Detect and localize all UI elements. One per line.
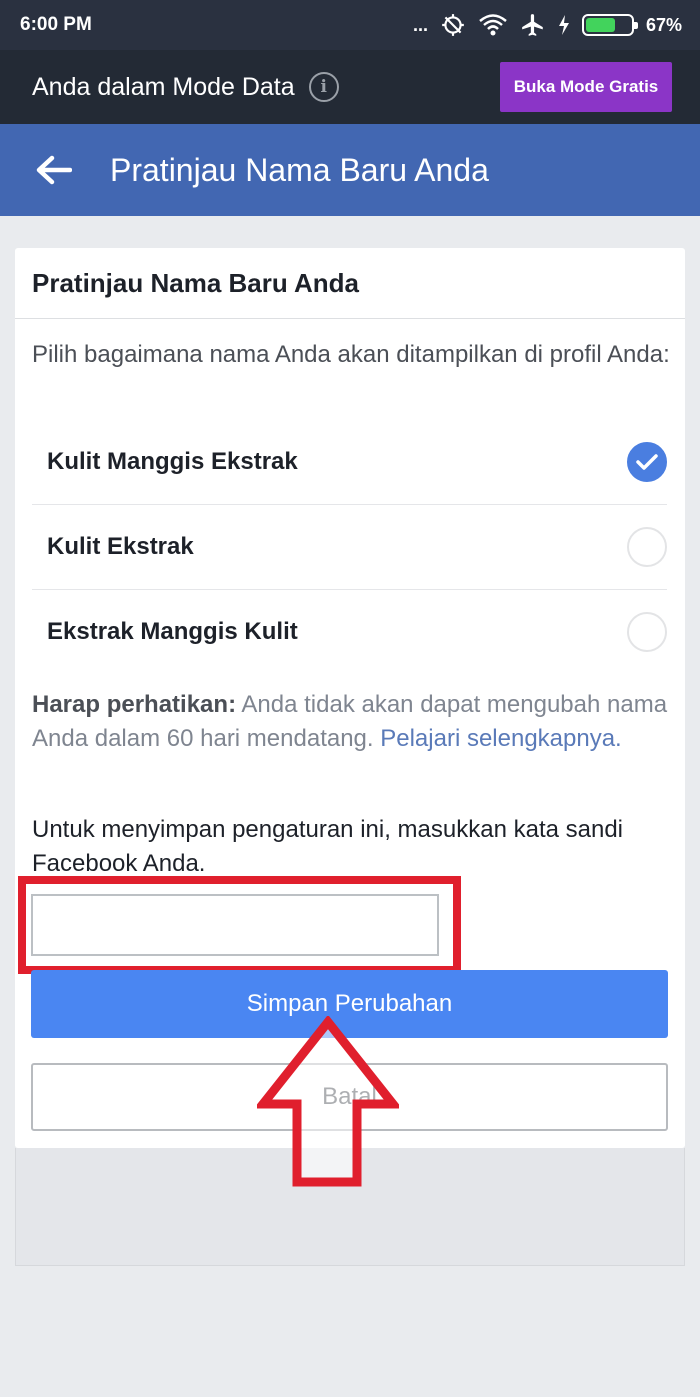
check-icon bbox=[636, 454, 658, 470]
option-label: Ekstrak Manggis Kulit bbox=[47, 618, 298, 645]
radio-checked-icon[interactable] bbox=[627, 442, 667, 482]
option-label: Kulit Manggis Ekstrak bbox=[47, 448, 298, 475]
page-title: Pratinjau Nama Baru Anda bbox=[110, 151, 489, 188]
notice-heading: Harap perhatikan: bbox=[32, 691, 237, 718]
status-icons: ... 67% bbox=[413, 12, 682, 38]
password-instruction: Untuk menyimpan pengaturan ini, masukkan… bbox=[32, 816, 623, 877]
card-footer-area bbox=[15, 1148, 685, 1266]
learn-more-link[interactable]: Pelajari selengkapnya. bbox=[380, 725, 622, 752]
status-dots: ... bbox=[412, 14, 428, 35]
cancel-button[interactable]: Batal bbox=[31, 1063, 668, 1131]
app-header: Pratinjau Nama Baru Anda bbox=[0, 124, 700, 216]
data-mode-info: Anda dalam Mode Data i bbox=[32, 72, 339, 102]
free-mode-button[interactable]: Buka Mode Gratis bbox=[500, 62, 672, 112]
name-preview-card: Pratinjau Nama Baru Anda Pilih bagaimana… bbox=[15, 248, 685, 1148]
password-input[interactable] bbox=[31, 894, 439, 956]
wifi-icon bbox=[479, 14, 507, 36]
data-mode-bar: Anda dalam Mode Data i Buka Mode Gratis bbox=[0, 50, 700, 124]
notice-text: Harap perhatikan: Anda tidak akan dapat … bbox=[32, 688, 672, 756]
battery-fill bbox=[585, 18, 616, 32]
radio-icon[interactable] bbox=[627, 527, 667, 567]
save-changes-button[interactable]: Simpan Perubahan bbox=[31, 970, 668, 1038]
status-time: 6:00 PM bbox=[20, 14, 92, 35]
name-option-1[interactable]: Kulit Manggis Ekstrak bbox=[32, 420, 667, 504]
battery-icon bbox=[581, 14, 638, 36]
airplane-icon bbox=[522, 14, 543, 36]
card-title: Pratinjau Nama Baru Anda bbox=[32, 268, 360, 298]
info-icon[interactable]: i bbox=[308, 72, 339, 102]
charging-icon bbox=[558, 15, 569, 35]
battery-percent: 67% bbox=[645, 14, 682, 35]
divider bbox=[15, 318, 685, 319]
radio-icon[interactable] bbox=[627, 612, 667, 652]
name-option-3[interactable]: Ekstrak Manggis Kulit bbox=[32, 590, 667, 674]
data-mode-text: Anda dalam Mode Data bbox=[32, 72, 295, 101]
option-label: Kulit Ekstrak bbox=[47, 533, 194, 560]
instruction-text: Pilih bagaimana nama Anda akan ditampilk… bbox=[32, 341, 670, 368]
name-option-2[interactable]: Kulit Ekstrak bbox=[32, 505, 667, 589]
status-bar: 6:00 PM ... 67% bbox=[0, 0, 700, 50]
sync-icon bbox=[442, 14, 464, 36]
back-arrow-icon[interactable] bbox=[36, 155, 72, 185]
